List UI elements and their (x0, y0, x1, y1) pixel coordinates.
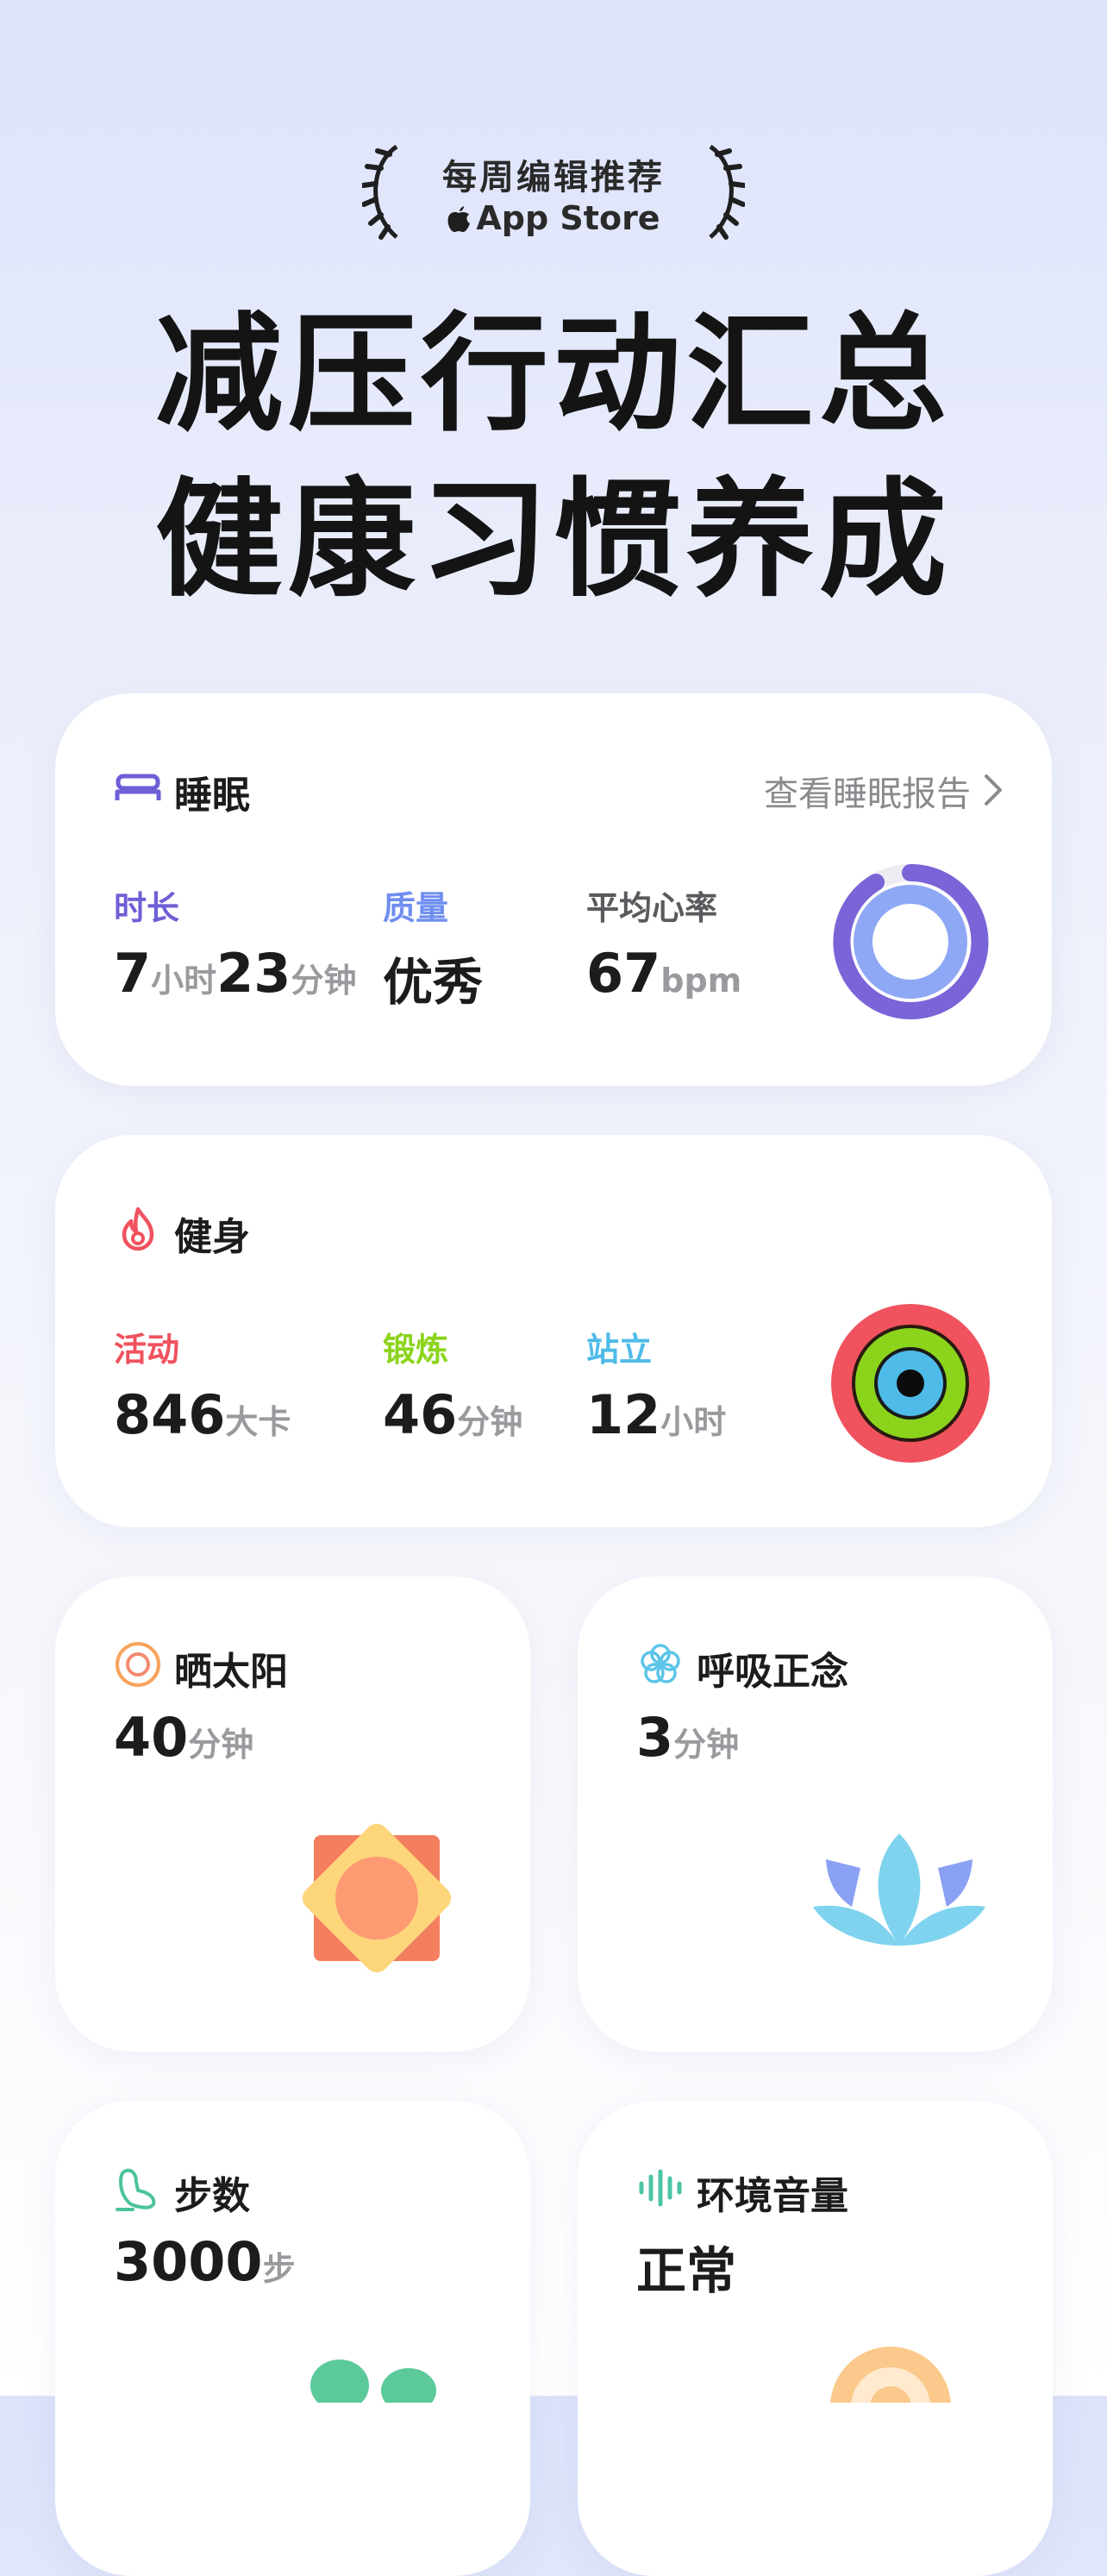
noise-meter-illustration-icon (830, 2347, 951, 2403)
fitness-title: 健身 (174, 1215, 250, 1259)
apple-logo-icon (447, 206, 471, 232)
laurel-right-icon (709, 144, 745, 240)
steps-number: 3000 (114, 2230, 263, 2293)
sleep-ring-icon (833, 863, 989, 1019)
stand-value: 12小时 (586, 1383, 726, 1446)
chevron-right-icon[interactable] (981, 771, 1005, 809)
breathing-number: 3 (636, 1706, 674, 1769)
breathing-unit: 分钟 (673, 1726, 740, 1764)
headline-line-2: 健康习惯养成 (155, 466, 952, 614)
heart-rate-unit: bpm (660, 962, 742, 1000)
steps-title: 步数 (174, 2174, 250, 2218)
ambient-noise-value: 正常 (636, 2241, 737, 2300)
move-value: 846大卡 (114, 1383, 291, 1446)
breathing-value: 3分钟 (636, 1706, 739, 1769)
sleep-quality-label: 质量 (383, 889, 449, 927)
flower-small-icon (641, 1644, 680, 1683)
exercise-unit: 分钟 (457, 1403, 523, 1441)
bed-icon (115, 774, 161, 800)
move-unit: 大卡 (225, 1403, 291, 1441)
sunlight-number: 40 (114, 1706, 189, 1769)
footprints-illustration-icon (310, 2360, 436, 2403)
ambient-noise-card[interactable]: 环境音量 正常 (578, 2101, 1053, 2576)
app-store-label: App Store (0, 199, 1107, 237)
steps-unit: 步 (262, 2250, 296, 2288)
ambient-noise-title: 环境音量 (697, 2174, 848, 2218)
heart-rate-number: 67 (586, 942, 661, 1005)
sleep-duration-label: 时长 (114, 889, 180, 927)
heart-rate-value: 67bpm (586, 942, 741, 1005)
stand-label: 站立 (586, 1331, 653, 1369)
headline-line-1: 减压行动汇总 (155, 300, 952, 448)
sleep-card[interactable]: 睡眠 查看睡眠报告 时长 7小时23分钟 质量 优秀 平均心率 67bpm (55, 693, 1052, 1086)
flame-icon (122, 1207, 154, 1251)
heart-rate-label: 平均心率 (586, 889, 718, 927)
move-label: 活动 (114, 1331, 180, 1369)
sunlight-value: 40分钟 (114, 1706, 253, 1769)
steps-card[interactable]: 步数 3000步 (55, 2101, 530, 2576)
steps-value: 3000步 (114, 2230, 296, 2293)
sleep-report-link-text: 查看睡眠报告 (764, 774, 971, 814)
sunlight-card[interactable]: 晒太阳 40分钟 (55, 1576, 530, 2052)
fitness-card[interactable]: 健身 活动 846大卡 锻炼 46分钟 站立 12小时 (55, 1135, 1052, 1527)
sunlight-unit: 分钟 (188, 1726, 254, 1764)
activity-rings-icon (831, 1304, 990, 1463)
sleep-duration-value: 7小时23分钟 (114, 942, 356, 1005)
duration-minutes: 23 (216, 942, 291, 1005)
sleep-quality-value: 优秀 (383, 953, 484, 1012)
editors-choice-badge: 每周编辑推荐 App Store (0, 142, 1107, 246)
footprint-small-icon (116, 2168, 156, 2211)
sun-illustration-icon (302, 1823, 452, 1973)
exercise-value: 46分钟 (383, 1383, 522, 1446)
app-store-text: App Store (476, 199, 660, 237)
editors-choice-title: 每周编辑推荐 (442, 158, 665, 197)
breathing-card[interactable]: 呼吸正念 3分钟 (578, 1576, 1053, 2052)
move-number: 846 (114, 1383, 226, 1446)
sunlight-title: 晒太阳 (174, 1650, 288, 1694)
duration-hours: 7 (114, 942, 152, 1005)
exercise-label: 锻炼 (383, 1331, 449, 1369)
stand-unit: 小时 (660, 1403, 727, 1441)
sleep-title: 睡眠 (174, 774, 250, 818)
soundwave-small-icon (639, 2169, 682, 2207)
lotus-illustration-icon (813, 1833, 985, 1946)
sleep-report-link[interactable]: 查看睡眠报告 (764, 766, 971, 816)
breathing-title: 呼吸正念 (697, 1650, 848, 1694)
duration-hours-unit: 小时 (151, 962, 217, 1000)
stand-number: 12 (586, 1383, 661, 1446)
exercise-number: 46 (383, 1383, 458, 1446)
sun-small-icon (116, 1642, 160, 1687)
duration-minutes-unit: 分钟 (291, 962, 357, 1000)
